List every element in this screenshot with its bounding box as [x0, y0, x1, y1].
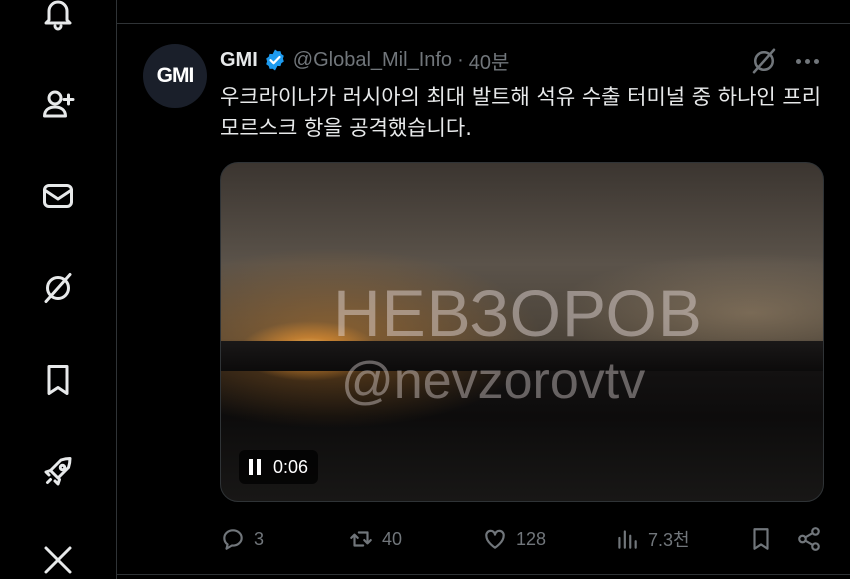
tweet-text: 우크라이나가 러시아의 최대 발트해 석유 수출 터미널 중 하나인 프리모르스…	[220, 85, 822, 140]
video-watermark-handle: @nevzorovtv	[341, 352, 646, 410]
separator-dot: ·	[457, 48, 464, 71]
heart-icon	[485, 529, 505, 549]
views-button[interactable]: 7.3천	[614, 524, 690, 554]
sidebar-nav	[0, 0, 116, 579]
tweet-timestamp[interactable]: 40분	[469, 46, 510, 75]
reply-icon	[223, 529, 243, 550]
video-playback-control[interactable]: 0:06	[239, 450, 319, 484]
reply-button[interactable]: 3	[220, 524, 264, 554]
pause-icon[interactable]	[249, 459, 263, 475]
repost-button[interactable]: 40	[348, 524, 402, 554]
author-handle[interactable]: @Global_Mil_Info	[293, 49, 452, 72]
bookmark-button[interactable]	[748, 524, 774, 554]
repost-icon	[350, 531, 372, 547]
grok-icon[interactable]	[38, 268, 78, 308]
messages-icon[interactable]	[38, 176, 78, 216]
rocket-icon[interactable]	[38, 452, 78, 492]
view-count: 7.3천	[648, 530, 690, 550]
tweet-video[interactable]: НЕВЗОРОВ @nevzorovtv 0:06	[220, 162, 824, 502]
tweet-header: GMI @Global_Mil_Info · 40분	[220, 46, 509, 74]
tweet[interactable]: GMI GMI @Global_Mil_Info · 40분 우크라이나가 러시…	[117, 24, 850, 574]
tweet-bottom-divider	[117, 574, 850, 575]
verified-badge-icon	[265, 49, 284, 71]
like-button[interactable]: 128	[482, 524, 546, 554]
video-duration: 0:06	[273, 456, 309, 477]
bookmark-icon	[753, 528, 769, 550]
bookmark-icon[interactable]	[38, 360, 78, 400]
author-name[interactable]: GMI	[220, 49, 258, 72]
x-logo-icon[interactable]	[38, 540, 78, 579]
notifications-icon[interactable]	[38, 0, 78, 34]
avatar-logo: GMI	[156, 64, 195, 87]
avatar[interactable]: GMI	[143, 44, 207, 108]
reply-count: 3	[254, 528, 265, 549]
repost-count: 40	[382, 528, 403, 549]
like-count: 128	[516, 528, 547, 549]
tweet-actions: 3 40 128 7.3천	[220, 524, 830, 554]
follow-user-icon[interactable]	[38, 84, 78, 124]
share-icon	[798, 527, 820, 551]
bar-chart-icon	[618, 530, 637, 549]
video-watermark-name: НЕВЗОРОВ	[333, 276, 703, 350]
more-options-icon[interactable]	[789, 46, 825, 76]
grok-icon[interactable]	[749, 46, 779, 76]
share-button[interactable]	[796, 524, 822, 554]
